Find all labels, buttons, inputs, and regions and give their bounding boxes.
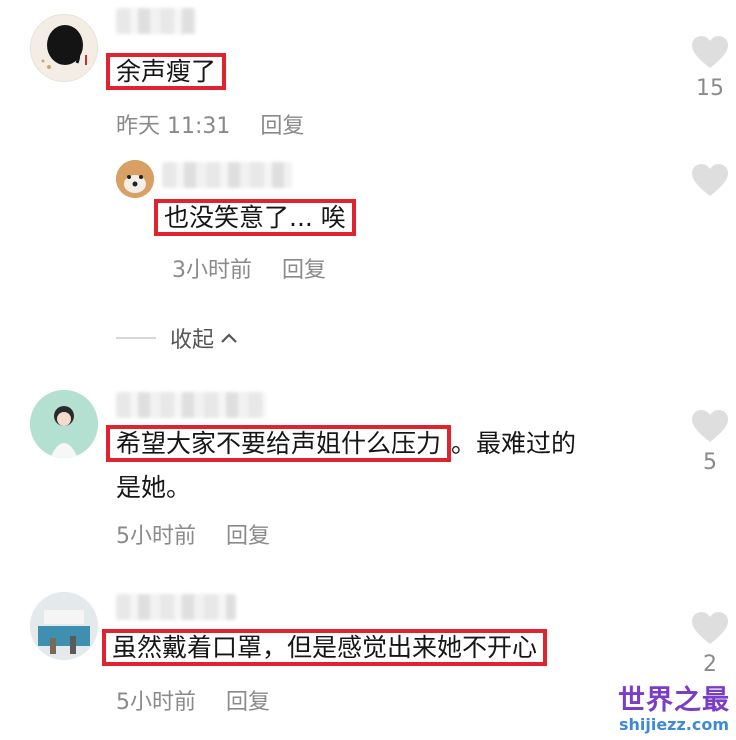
comment-meta: 昨天 11:31 回复 xyxy=(116,108,304,140)
watermark-title: 世界之最 xyxy=(618,685,730,716)
highlight-box: 也没笑意了... 唉 xyxy=(154,199,356,236)
like-button[interactable]: 5 xyxy=(688,408,732,475)
heart-outline-icon xyxy=(692,612,728,644)
like-button[interactable]: 15 xyxy=(688,34,732,101)
avatar[interactable] xyxy=(116,160,154,198)
reply-button[interactable]: 回复 xyxy=(260,114,304,139)
avatar[interactable] xyxy=(30,14,98,82)
comment-text: 虽然戴着口罩，但是感觉出来她不开心 xyxy=(102,628,548,668)
timestamp: 5小时前 xyxy=(116,690,196,715)
comment-text-rest: 。最难过的 xyxy=(451,429,577,458)
username-blurred xyxy=(116,594,236,620)
comment-text-line2: 是她。 xyxy=(116,473,192,502)
timestamp: 5小时前 xyxy=(116,524,196,549)
heart-outline-icon xyxy=(692,410,728,442)
highlight-box: 余声瘦了 xyxy=(106,53,227,90)
avatar-portrait-icon xyxy=(41,25,87,69)
comment-meta: 5小时前 回复 xyxy=(116,518,270,550)
reply-button[interactable]: 回复 xyxy=(226,690,270,715)
comment-text: 也没笑意了... 唉 xyxy=(154,198,356,238)
watermark: 世界之最 shijiezz.com xyxy=(618,686,730,734)
like-count: 15 xyxy=(696,76,724,101)
timestamp: 昨天 11:31 xyxy=(116,114,231,139)
heart-outline-icon xyxy=(692,164,728,196)
comment-meta: 3小时前 回复 xyxy=(172,252,326,284)
username-blurred xyxy=(116,8,196,34)
divider xyxy=(116,337,156,339)
avatar[interactable] xyxy=(30,390,98,458)
username-blurred xyxy=(116,392,266,418)
like-count: 2 xyxy=(703,652,717,677)
collapse-label: 收起 xyxy=(170,328,215,353)
reply-button[interactable]: 回复 xyxy=(282,258,326,283)
comment-meta: 5小时前 回复 xyxy=(116,684,270,716)
heart-outline-icon xyxy=(692,36,728,68)
like-button[interactable] xyxy=(688,162,732,198)
highlight-box: 虽然戴着口罩，但是感觉出来她不开心 xyxy=(102,629,548,666)
avatar-dog-icon xyxy=(116,160,154,198)
avatar[interactable] xyxy=(30,592,98,660)
chevron-up-icon xyxy=(221,333,237,343)
like-count: 5 xyxy=(703,450,717,475)
avatar-photo-icon xyxy=(30,592,98,660)
avatar-person-icon xyxy=(30,390,98,458)
comment-text: 余声瘦了 xyxy=(106,52,227,92)
comment-text: 希望大家不要给声姐什么压力 。最难过的 xyxy=(106,424,577,464)
timestamp: 3小时前 xyxy=(172,258,252,283)
reply-button[interactable]: 回复 xyxy=(226,524,270,549)
collapse-replies-button[interactable]: 收起 xyxy=(116,322,238,354)
highlight-box: 希望大家不要给声姐什么压力 xyxy=(106,425,452,462)
username-blurred xyxy=(162,162,292,188)
watermark-url: shijiezz.com xyxy=(618,715,730,734)
like-button[interactable]: 2 xyxy=(688,610,732,677)
